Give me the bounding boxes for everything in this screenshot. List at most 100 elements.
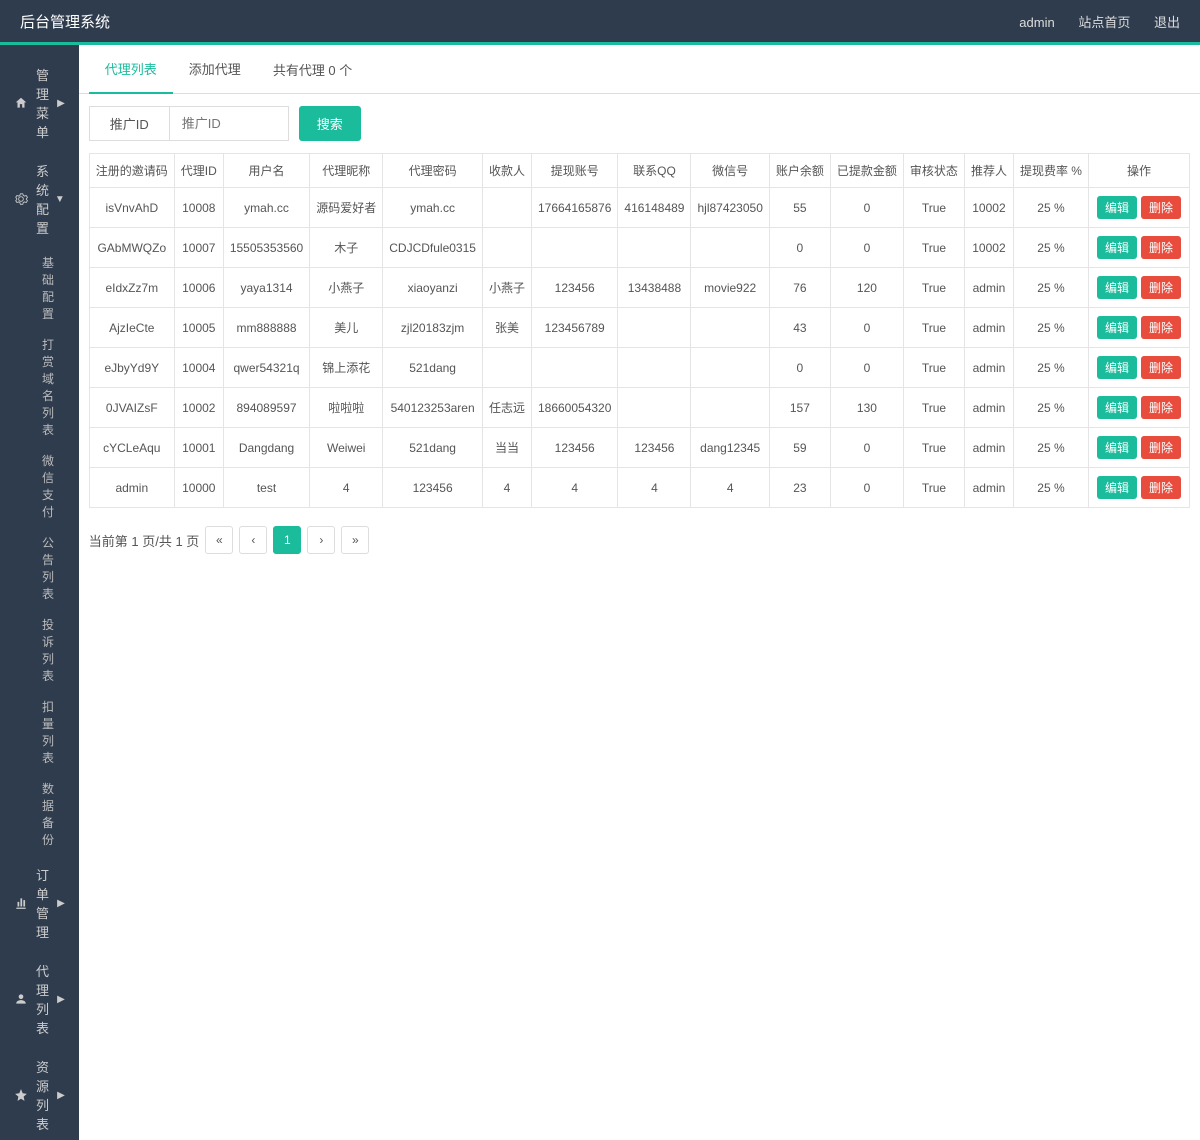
table-cell: [482, 348, 531, 388]
table-header: 联系QQ: [618, 154, 691, 188]
edit-button[interactable]: 编辑: [1097, 196, 1137, 219]
edit-button[interactable]: 编辑: [1097, 396, 1137, 419]
table-cell: 521dang: [383, 428, 483, 468]
pager-page-1[interactable]: 1: [273, 526, 301, 554]
tab-agent-list[interactable]: 代理列表: [89, 45, 173, 94]
table-cell: 157: [769, 388, 830, 428]
pager-info: 当前第 1 页/共 1 页: [89, 531, 200, 550]
sidebar-item-agents[interactable]: 代理列表 ▶: [0, 951, 79, 1047]
table-cell: 4: [618, 468, 691, 508]
delete-button[interactable]: 删除: [1141, 236, 1181, 259]
topbar: 后台管理系统 admin 站点首页 退出: [0, 0, 1200, 45]
table-cell: [618, 308, 691, 348]
user-link[interactable]: admin: [1019, 15, 1054, 30]
site-home-link[interactable]: 站点首页: [1078, 15, 1130, 30]
table-header: 收款人: [482, 154, 531, 188]
table-cell: 0: [830, 428, 903, 468]
logout-link[interactable]: 退出: [1154, 15, 1180, 30]
delete-button[interactable]: 删除: [1141, 316, 1181, 339]
submenu-item[interactable]: 公告列表: [0, 527, 79, 609]
table-cell: 416148489: [618, 188, 691, 228]
table-cell: admin: [964, 308, 1013, 348]
table-cell: 0: [830, 308, 903, 348]
table-cell: True: [903, 348, 964, 388]
table-cell: 25 %: [1013, 268, 1088, 308]
submenu-item[interactable]: 微信支付: [0, 445, 79, 527]
table-cell: [531, 348, 617, 388]
table-cell: 123456: [531, 428, 617, 468]
edit-button[interactable]: 编辑: [1097, 436, 1137, 459]
table-cell: 25 %: [1013, 228, 1088, 268]
pager-next[interactable]: ›: [307, 526, 335, 554]
edit-button[interactable]: 编辑: [1097, 316, 1137, 339]
sidebar-item-label: 代理列表: [36, 961, 57, 1037]
edit-button[interactable]: 编辑: [1097, 356, 1137, 379]
table-cell: 10004: [174, 348, 223, 388]
table-cell: [482, 228, 531, 268]
edit-button[interactable]: 编辑: [1097, 276, 1137, 299]
table-cell: dang12345: [691, 428, 769, 468]
table-header: 推荐人: [964, 154, 1013, 188]
pager-last[interactable]: »: [341, 526, 369, 554]
delete-button[interactable]: 删除: [1141, 476, 1181, 499]
table-row: GAbMWQZo1000715505353560木子CDJCDfule03150…: [89, 228, 1189, 268]
topbar-right: admin 站点首页 退出: [999, 12, 1180, 31]
table-cell: 59: [769, 428, 830, 468]
table-cell: movie922: [691, 268, 769, 308]
table-header: 代理昵称: [310, 154, 383, 188]
user-icon: [14, 992, 28, 1006]
tab-add-agent[interactable]: 添加代理: [173, 45, 257, 94]
table-cell: 10002: [964, 188, 1013, 228]
search-row: 推广ID 搜索: [79, 94, 1200, 153]
table-cell: 4: [531, 468, 617, 508]
delete-button[interactable]: 删除: [1141, 196, 1181, 219]
table-cell: xiaoyanzi: [383, 268, 483, 308]
table-cell: True: [903, 468, 964, 508]
table-cell: 18660054320: [531, 388, 617, 428]
table-cell: 13438488: [618, 268, 691, 308]
table-cell: 25 %: [1013, 308, 1088, 348]
submenu-item[interactable]: 数据备份: [0, 773, 79, 855]
table-header: 提现账号: [531, 154, 617, 188]
chevron-right-icon: ▶: [57, 994, 65, 1005]
search-button[interactable]: 搜索: [299, 106, 361, 141]
table-cell: 10005: [174, 308, 223, 348]
table-cell: admin: [964, 428, 1013, 468]
submenu-item[interactable]: 扣量列表: [0, 691, 79, 773]
table-cell: 25 %: [1013, 188, 1088, 228]
delete-button[interactable]: 删除: [1141, 436, 1181, 459]
submenu-item[interactable]: 投诉列表: [0, 609, 79, 691]
submenu-item[interactable]: 基础配置: [0, 247, 79, 329]
edit-button[interactable]: 编辑: [1097, 476, 1137, 499]
sidebar-item-admin-menu[interactable]: 管理菜单 ▶: [0, 55, 79, 151]
table-header: 提现费率 %: [1013, 154, 1088, 188]
sidebar-item-orders[interactable]: 订单管理 ▶: [0, 855, 79, 951]
table-cell: 540123253aren: [383, 388, 483, 428]
sidebar-item-resources[interactable]: 资源列表 ▶: [0, 1047, 79, 1140]
table-cell: 美儿: [310, 308, 383, 348]
table-row: isVnvAhD10008ymah.cc源码爱好者ymah.cc17664165…: [89, 188, 1189, 228]
pager-first[interactable]: «: [205, 526, 233, 554]
table-cell: eJbyYd9Y: [89, 348, 174, 388]
star-icon: [14, 1088, 28, 1102]
table-row: eJbyYd9Y10004qwer54321q锦上添花521dang00True…: [89, 348, 1189, 388]
edit-button[interactable]: 编辑: [1097, 236, 1137, 259]
home-icon: [14, 96, 28, 110]
delete-button[interactable]: 删除: [1141, 396, 1181, 419]
pager-prev[interactable]: ‹: [239, 526, 267, 554]
delete-button[interactable]: 删除: [1141, 356, 1181, 379]
delete-button[interactable]: 删除: [1141, 276, 1181, 299]
search-input[interactable]: [169, 106, 289, 141]
sidebar-item-label: 订单管理: [36, 865, 57, 941]
table-cell: admin: [89, 468, 174, 508]
sidebar-item-label: 系统配置: [36, 161, 55, 237]
table-cell: 521dang: [383, 348, 483, 388]
table-cell: [482, 188, 531, 228]
table-cell: [618, 348, 691, 388]
table-cell: 123456: [531, 268, 617, 308]
table-cell: 4: [310, 468, 383, 508]
submenu-item[interactable]: 打赏域名列表: [0, 329, 79, 445]
sidebar-item-system-config[interactable]: 系统配置 ▼: [0, 151, 79, 247]
table-cell: 0: [769, 348, 830, 388]
table-cell: [691, 228, 769, 268]
